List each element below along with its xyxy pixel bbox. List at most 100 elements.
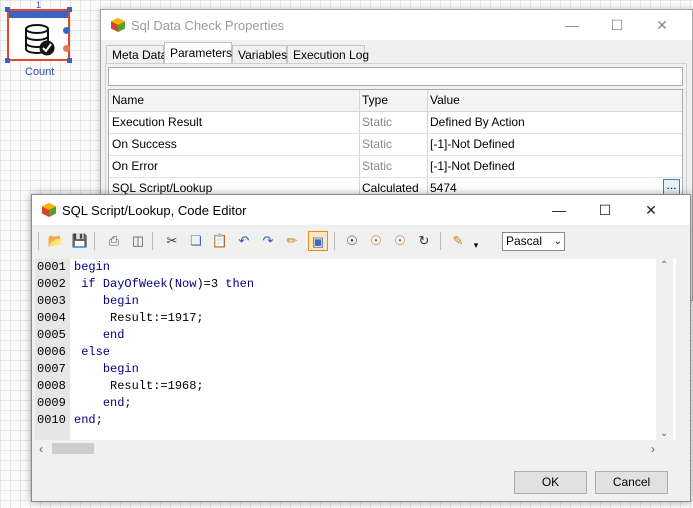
- table-row[interactable]: On Error Static [-1]-Not Defined: [109, 155, 682, 178]
- error-port[interactable]: [63, 45, 70, 52]
- param-value[interactable]: [-1]-Not Defined: [427, 155, 677, 177]
- goto-icon[interactable]: ↻: [414, 231, 434, 251]
- success-port[interactable]: [63, 27, 70, 34]
- editor-titlebar[interactable]: SQL Script/Lookup, Code Editor — ☐ ✕: [32, 195, 690, 225]
- maximize-button[interactable]: ☐: [590, 200, 620, 220]
- scroll-down-icon[interactable]: ⌄: [660, 428, 668, 439]
- scroll-up-icon[interactable]: ⌃: [660, 260, 668, 271]
- code-line[interactable]: 0005 end: [35, 327, 676, 344]
- horizontal-scroll-thumb[interactable]: [52, 443, 94, 454]
- line-number: 0009: [37, 396, 66, 410]
- print-preview-icon[interactable]: ◫: [128, 231, 148, 251]
- selection-handle[interactable]: [67, 58, 72, 63]
- cut-icon[interactable]: ✂: [162, 231, 182, 251]
- tab-variables[interactable]: Variables: [232, 45, 287, 64]
- code-text: Result:=1917;: [74, 310, 204, 327]
- node-caption: Count: [25, 66, 55, 78]
- line-number: 0003: [37, 294, 66, 308]
- minimize-button[interactable]: —: [544, 200, 574, 220]
- code-text: Result:=1968;: [74, 378, 204, 395]
- minimize-button[interactable]: —: [557, 15, 587, 35]
- code-line[interactable]: 0009 end;: [35, 395, 676, 412]
- column-header-type[interactable]: Type: [359, 90, 427, 111]
- node-header-bar: [9, 11, 68, 18]
- line-number: 0010: [37, 413, 66, 427]
- code-keyword: begin: [74, 260, 111, 274]
- code-line[interactable]: 0007 begin: [35, 361, 676, 378]
- close-button[interactable]: ✕: [636, 200, 666, 220]
- redo-icon[interactable]: ↷: [258, 231, 278, 251]
- chevron-down-icon: ⌄: [553, 236, 562, 247]
- toolbar-grip: [38, 232, 39, 250]
- vertical-scrollbar[interactable]: ⌃ ⌄: [656, 259, 673, 440]
- line-number: 0004: [37, 311, 66, 325]
- bookmark-icon[interactable]: ✎: [448, 231, 468, 251]
- editor-toolbar: 📂 💾 ⎙ ◫ ✂ ❏ 📋 ↶ ↷ ✏ ▣ ☉ ☉ ☉ ↻ ✎ ▾ Pascal…: [38, 229, 618, 255]
- save-icon[interactable]: 💾: [70, 231, 90, 251]
- selection-handle[interactable]: [5, 58, 10, 63]
- toolbar-overflow-icon[interactable]: ▾: [470, 231, 482, 251]
- database-check-icon: [25, 24, 55, 56]
- tab-parameters[interactable]: Parameters: [164, 42, 232, 65]
- filter-input[interactable]: [108, 67, 683, 86]
- tab-execution-log[interactable]: Execution Log: [287, 45, 369, 64]
- open-folder-icon[interactable]: 📂: [46, 231, 66, 251]
- replace-icon[interactable]: ☉: [390, 231, 410, 251]
- code-keyword: begin: [102, 294, 139, 308]
- param-type: Static: [362, 159, 393, 173]
- param-value[interactable]: [-1]-Not Defined: [427, 133, 677, 155]
- close-button[interactable]: ✕: [647, 15, 677, 35]
- tab-meta-data[interactable]: Meta Data: [106, 45, 167, 64]
- code-area[interactable]: 0001 begin 0002 if DayOfWeek(Now)=3 then 00…: [35, 259, 676, 440]
- code-token: ;: [95, 413, 103, 427]
- code-text: end;: [74, 412, 103, 429]
- code-line[interactable]: 0004 Result:=1917;: [35, 310, 676, 327]
- cancel-button[interactable]: Cancel: [595, 471, 668, 494]
- undo-icon[interactable]: ↶: [234, 231, 254, 251]
- paste-icon[interactable]: 📋: [210, 231, 230, 251]
- maximize-button[interactable]: ☐: [602, 15, 632, 35]
- selection-handle[interactable]: [67, 7, 72, 12]
- code-editor-window: SQL Script/Lookup, Code Editor — ☐ ✕ 📂 💾…: [31, 194, 691, 502]
- clear-icon[interactable]: ✏: [282, 231, 302, 251]
- code-line[interactable]: 0006 else: [35, 344, 676, 361]
- ok-button[interactable]: OK: [514, 471, 587, 494]
- code-keyword: end: [102, 328, 125, 342]
- copy-icon[interactable]: ❏: [186, 231, 206, 251]
- code-line[interactable]: 0002 if DayOfWeek(Now)=3 then: [35, 276, 676, 293]
- line-number: 0002: [37, 277, 66, 291]
- grid-header: Name Type Value: [109, 90, 682, 112]
- toolbar-separator: [94, 232, 95, 250]
- code-text: end: [74, 327, 125, 344]
- code-line[interactable]: 0008 Result:=1968;: [35, 378, 676, 395]
- window-toggle-icon[interactable]: ▣: [308, 231, 328, 251]
- table-row[interactable]: On Success Static [-1]-Not Defined: [109, 133, 682, 156]
- param-value[interactable]: Defined By Action: [427, 111, 677, 133]
- code-keyword: if: [81, 277, 96, 291]
- param-name: On Success: [112, 137, 177, 151]
- code-line[interactable]: 0001 begin: [35, 259, 676, 276]
- scroll-left-icon[interactable]: ‹: [39, 442, 43, 456]
- toolbar-separator: [440, 232, 441, 250]
- line-number: 0008: [37, 379, 66, 393]
- find-next-icon[interactable]: ☉: [366, 231, 386, 251]
- code-line[interactable]: 0010 end;: [35, 412, 676, 429]
- find-icon[interactable]: ☉: [342, 231, 362, 251]
- sql-data-check-node[interactable]: [5, 7, 72, 63]
- code-line[interactable]: 0003 begin: [35, 293, 676, 310]
- horizontal-scrollbar[interactable]: ‹ ›: [35, 440, 659, 457]
- column-header-name[interactable]: Name: [109, 90, 359, 111]
- param-type: Static: [362, 137, 393, 151]
- language-select[interactable]: Pascal ⌄: [502, 232, 565, 251]
- scroll-right-icon[interactable]: ›: [651, 442, 655, 456]
- print-icon[interactable]: ⎙: [104, 231, 124, 251]
- table-row[interactable]: Execution Result Static Defined By Actio…: [109, 111, 682, 134]
- code-token: ;: [124, 396, 132, 410]
- line-number: 0005: [37, 328, 66, 342]
- column-header-value[interactable]: Value: [427, 90, 677, 111]
- selection-handle[interactable]: [5, 7, 10, 12]
- code-text: if DayOfWeek(Now)=3 then: [74, 276, 254, 293]
- line-number: 0007: [37, 362, 66, 376]
- properties-titlebar[interactable]: Sql Data Check Properties — ☐ ✕: [101, 10, 692, 40]
